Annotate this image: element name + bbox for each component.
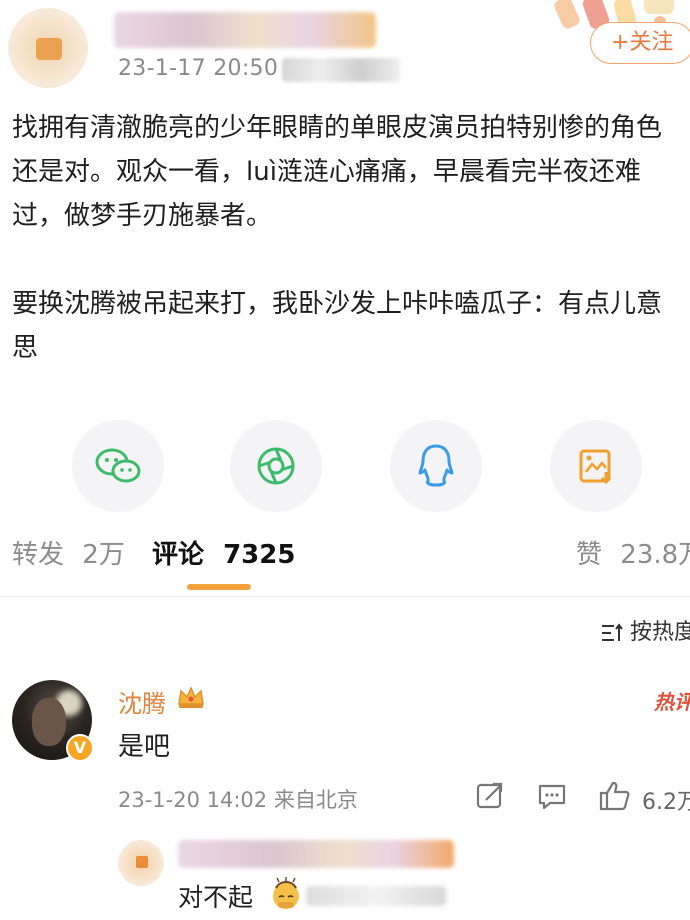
reply-redacted-tail xyxy=(306,886,446,906)
tab-repost-count: 2万 xyxy=(82,540,125,570)
reply-avatar[interactable] xyxy=(118,840,164,886)
tab-likes-label: 赞 xyxy=(576,540,603,570)
divider xyxy=(0,596,690,597)
post-paragraph: 找拥有清澈脆亮的少年眼睛的单眼皮演员拍特别惨的角色还是对。观众一看，luì涟涟心… xyxy=(12,113,663,231)
reply-author-redacted[interactable] xyxy=(178,840,454,868)
bowing-emoji-icon xyxy=(273,877,299,909)
save-image-icon xyxy=(579,449,612,485)
follow-button[interactable]: +关注 xyxy=(590,22,690,64)
tab-likes[interactable]: 赞 23.8万 xyxy=(576,534,690,571)
sort-icon xyxy=(602,623,623,641)
save-image-button[interactable] xyxy=(550,420,642,512)
tab-repost-label: 转发 xyxy=(12,540,65,570)
tab-likes-count: 23.8万 xyxy=(620,540,690,570)
crown-icon xyxy=(178,686,204,708)
active-tab-indicator xyxy=(187,584,251,590)
post-body: 找拥有清澈脆亮的少年眼睛的单眼皮演员拍特别惨的角色还是对。观众一看，luì涟涟心… xyxy=(12,106,684,370)
author-avatar[interactable] xyxy=(8,8,88,88)
tab-comments[interactable]: 评论 7325 xyxy=(152,534,295,571)
sort-toggle[interactable]: 按热度 xyxy=(600,614,690,646)
sort-label: 按热度 xyxy=(630,620,690,645)
verified-badge: V xyxy=(66,734,94,762)
wechat-icon xyxy=(95,448,141,483)
hot-comment-tag: 热评 xyxy=(654,690,690,714)
share-qq-button[interactable] xyxy=(390,420,482,512)
like-icon[interactable] xyxy=(598,780,632,812)
share-moments-button[interactable] xyxy=(230,420,322,512)
reply-text: 对不起 xyxy=(178,883,254,912)
comment-text: 是吧 xyxy=(118,732,171,762)
reply-icon[interactable] xyxy=(536,780,568,812)
comment-meta: 23-1-20 14:02 来自北京 xyxy=(118,788,358,812)
share-wechat-button[interactable] xyxy=(72,420,164,512)
post-header: 23-1-17 20:50 +关注 xyxy=(0,0,690,100)
qq-icon xyxy=(418,444,454,487)
tab-comments-count: 7325 xyxy=(223,540,296,570)
post-timestamp: 23-1-17 20:50 xyxy=(118,56,279,81)
post-source-redacted xyxy=(282,58,400,82)
moments-icon xyxy=(257,447,295,485)
stats-tabs: 转发 2万 评论 7325 赞 23.8万 xyxy=(0,534,690,594)
comment-like-count: 6.2万 xyxy=(642,790,690,815)
tab-comments-label: 评论 xyxy=(152,540,205,570)
author-name-redacted[interactable] xyxy=(114,12,376,48)
post-paragraph: 要换沈腾被吊起来打，我卧沙发上咔咔嗑瓜子：有点儿意思 xyxy=(12,289,663,363)
comment-author-name[interactable]: 沈腾 xyxy=(118,684,166,719)
tab-repost[interactable]: 转发 2万 xyxy=(12,534,125,571)
repost-comment-icon[interactable] xyxy=(474,780,506,812)
share-row xyxy=(0,420,690,512)
